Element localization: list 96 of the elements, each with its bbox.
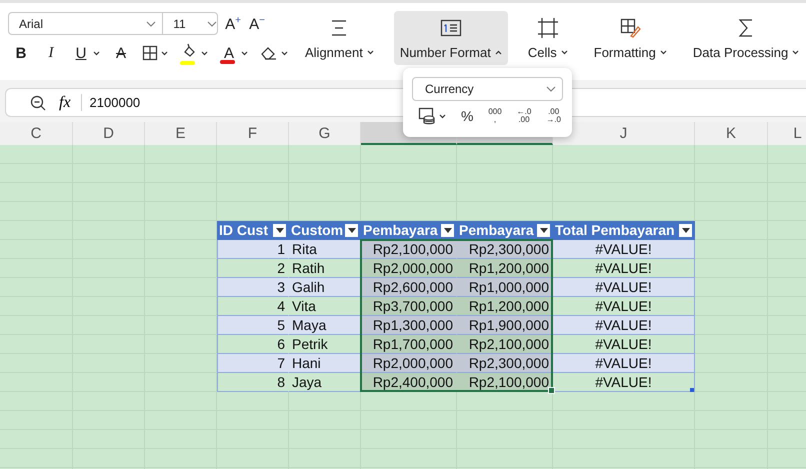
table-cell: Rp1,000,000	[457, 278, 553, 297]
dropdown-arrow-icon	[540, 228, 548, 232]
caret-icon	[93, 50, 100, 56]
table-cell: #VALUE!	[553, 354, 695, 373]
column-heading: ID Cust	[219, 221, 268, 239]
ribbon-group-button[interactable]: Cells	[522, 11, 574, 65]
table-cell: #VALUE!	[553, 335, 695, 354]
caret-icon	[439, 114, 446, 118]
caret-icon	[366, 50, 374, 55]
column-header: D	[73, 122, 145, 145]
font-color-button[interactable]: A	[220, 44, 238, 62]
table-cell: Rp2,000,000	[361, 259, 457, 278]
percent-button[interactable]: %	[460, 108, 474, 124]
table-cell: 3	[217, 278, 289, 297]
caret-icon	[201, 50, 208, 56]
table-cell: Rp1,300,000	[361, 316, 457, 335]
table-cell: 6	[217, 335, 289, 354]
filter-button[interactable]	[273, 224, 286, 236]
column-heading: Custom	[291, 221, 344, 239]
dropdown-arrow-icon	[348, 228, 356, 232]
number-format-select[interactable]: Currency	[412, 77, 563, 101]
chevron-icon	[546, 86, 556, 92]
table-cell: Rp2,000,000	[361, 354, 457, 373]
dropdown-arrow-icon	[276, 228, 284, 232]
fill-handle[interactable]	[548, 387, 555, 394]
dropdown-arrow-icon	[682, 228, 690, 232]
coin-stack-icon	[418, 107, 436, 125]
column-heading: Pembayara	[363, 221, 438, 239]
function-label[interactable]: fx	[59, 94, 71, 112]
underline-button[interactable]: U	[72, 44, 90, 62]
column-header: F	[217, 122, 289, 145]
table-cell: Hani	[289, 354, 361, 373]
caret-icon	[660, 50, 667, 55]
table-cell: Rp1,900,000	[457, 316, 553, 335]
formula-input[interactable]: 2100000	[90, 95, 140, 110]
table-cell: Rp2,300,000	[457, 240, 553, 259]
eraser-icon	[260, 45, 278, 61]
table-cell: 7	[217, 354, 289, 373]
table-cell: #VALUE!	[553, 259, 695, 278]
caret-icon	[281, 50, 288, 56]
table-cell: 5	[217, 316, 289, 335]
dropdown-arrow-icon	[444, 228, 452, 232]
table-cell: 8	[217, 373, 289, 392]
filter-button[interactable]	[537, 224, 550, 236]
table-cell: Maya	[289, 316, 361, 335]
caret-up-icon	[494, 50, 502, 55]
table-cell: Rp1,200,000	[457, 297, 553, 316]
column-header: L	[768, 122, 806, 145]
table-cell: 2	[217, 259, 289, 278]
table-cell: #VALUE!	[553, 316, 695, 335]
bold-button[interactable]: B	[12, 44, 30, 62]
strikethrough-button[interactable]: A	[112, 44, 130, 62]
font-select[interactable]: Arial 11	[8, 12, 218, 35]
table-cell: 4	[217, 297, 289, 316]
font-size-button[interactable]: A$^{−}$	[248, 14, 266, 32]
ribbon-group-button[interactable]: Data Processing	[686, 11, 806, 65]
comma-style-button[interactable]: 000 ,	[488, 108, 502, 124]
filter-button[interactable]	[679, 224, 692, 236]
table-cell: #VALUE!	[553, 240, 695, 259]
ribbon-group-button[interactable]: Formatting	[588, 11, 673, 65]
font-size-button[interactable]: A$^{+}$	[224, 14, 242, 32]
table-cell: Rp1,700,000	[361, 335, 457, 354]
resize-handle-icon[interactable]	[690, 388, 694, 392]
table-cell: #VALUE!	[553, 373, 695, 392]
table-cell: Rita	[289, 240, 361, 259]
caret-icon	[792, 50, 800, 55]
zoom-icon	[30, 94, 46, 110]
table-cell: Rp2,600,000	[361, 278, 457, 297]
caret-icon	[560, 50, 568, 55]
caret-icon	[241, 50, 248, 56]
decrease-decimal-button[interactable]: ←.0 .00	[516, 108, 532, 124]
table-cell: #VALUE!	[553, 278, 695, 297]
chevron-icon	[207, 20, 218, 26]
grid-brush-icon	[618, 16, 642, 40]
table-cell: #VALUE!	[553, 297, 695, 316]
table-cell: 1	[217, 240, 289, 259]
table-cell: Rp2,100,000	[457, 335, 553, 354]
column-header: E	[145, 122, 217, 145]
column-header: K	[695, 122, 768, 145]
increase-decimal-button[interactable]: .00 →.0	[546, 108, 561, 124]
column-header: C	[0, 122, 73, 145]
chevron-icon	[146, 20, 156, 26]
table-cell: Rp2,300,000	[457, 354, 553, 373]
filter-button[interactable]	[441, 224, 454, 236]
column-heading: Pembayara	[459, 221, 534, 239]
table-cell: Rp1,200,000	[457, 259, 553, 278]
caret-icon	[161, 50, 168, 56]
ribbon-group-button[interactable]: Number Format	[394, 11, 508, 65]
table-cell: Galih	[289, 278, 361, 297]
column-heading: Total Pembayaran	[555, 221, 675, 239]
ribbon-group-button[interactable]: Alignment	[299, 11, 380, 65]
italic-button[interactable]: I	[42, 44, 60, 62]
table-cell: Rp3,700,000	[361, 297, 457, 316]
filter-button[interactable]	[345, 224, 358, 236]
table-cell: Rp2,100,000	[361, 240, 457, 259]
borders-icon	[142, 45, 158, 61]
